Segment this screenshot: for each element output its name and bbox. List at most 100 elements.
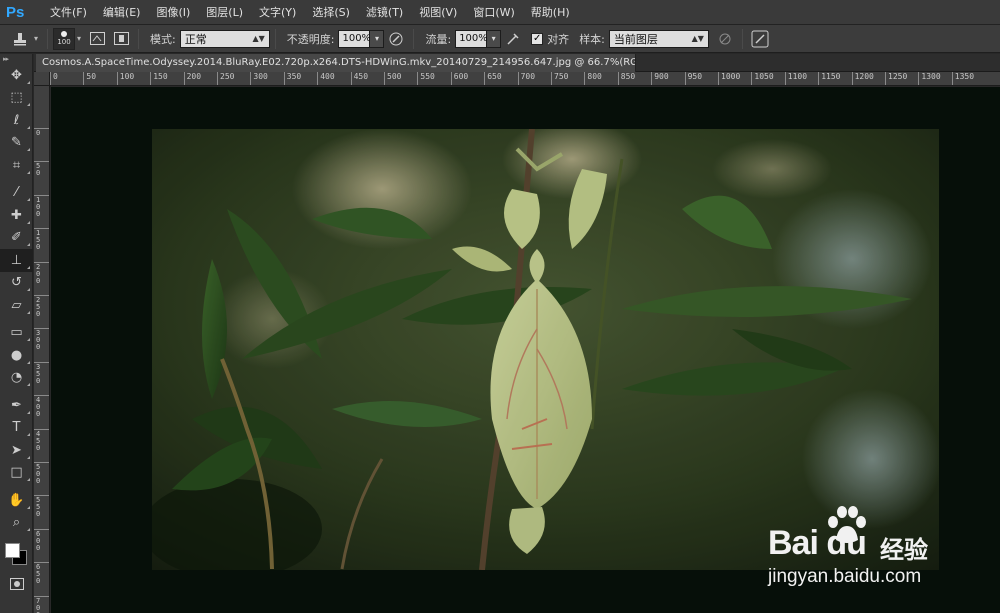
menu-item[interactable]: 图层(L)	[198, 0, 251, 25]
eraser-tool-icon[interactable]: ▱	[0, 294, 33, 317]
clone-stamp-icon[interactable]	[8, 28, 32, 50]
ruler-tick-label: 550	[34, 495, 49, 518]
pressure-opacity-icon[interactable]	[384, 28, 408, 50]
ruler-tick-label: 500	[384, 72, 401, 85]
document-tab[interactable]: Cosmos.A.SpaceTime.Odyssey.2014.BluRay.E…	[36, 54, 636, 72]
history-brush-tool-icon[interactable]: ↺	[0, 272, 33, 295]
ruler-tick-label: 200	[183, 72, 201, 85]
ruler-tick-label: 1250	[885, 72, 907, 85]
gradient-tool-icon[interactable]: ▭	[0, 322, 33, 345]
watermark-cn: 经验	[880, 536, 928, 564]
ruler-tick-label: 450	[350, 72, 368, 85]
brush-picker-caret-icon[interactable]: ▾	[77, 34, 81, 43]
zoom-tool-icon[interactable]: ⌕	[0, 512, 33, 535]
menu-item[interactable]: 文字(Y)	[251, 0, 304, 25]
ruler-tick-label: 300	[34, 328, 49, 351]
ruler-tick-label: 150	[34, 228, 49, 251]
opacity-input[interactable]: 100%	[338, 29, 371, 48]
menu-item[interactable]: 窗口(W)	[465, 0, 522, 25]
ruler-tick-label: 150	[150, 72, 168, 85]
menu-bar: Ps 文件(F) 编辑(E) 图像(I) 图层(L) 文字(Y) 选择(S) 滤镜(T) 视图…	[0, 0, 1000, 25]
ruler-tick-label: 1150	[818, 72, 840, 85]
clone-stamp-tool-icon[interactable]: ⊥	[0, 249, 33, 272]
ignore-adjustment-layers-icon[interactable]	[713, 28, 737, 50]
opacity-dropdown-icon[interactable]: ▾	[370, 29, 385, 48]
flow-input[interactable]: 100%	[455, 29, 488, 48]
menu-item[interactable]: 视图(V)	[411, 0, 465, 25]
pressure-size-icon[interactable]	[748, 28, 772, 50]
ruler-tick-label: 1000	[718, 72, 740, 85]
ruler-tick-label: 250	[34, 295, 49, 318]
ruler-tick-label: 350	[34, 361, 49, 384]
menu-item[interactable]: 编辑(E)	[95, 0, 149, 25]
hand-tool-icon[interactable]: ✋	[0, 489, 33, 512]
clone-source-panel-icon[interactable]	[109, 28, 133, 50]
tool-preset-caret-icon[interactable]: ▾	[34, 34, 38, 43]
pen-tool-icon[interactable]: ✒	[0, 394, 33, 417]
mode-label: 模式:	[150, 32, 176, 46]
color-swatches[interactable]	[0, 539, 33, 573]
ruler-tick-label: 700	[34, 595, 49, 613]
aligned-label: 对齐	[547, 32, 570, 46]
quick-mask-icon[interactable]	[0, 573, 33, 596]
sample-select[interactable]: 当前图层 ▲▼	[608, 29, 709, 48]
chevron-down-icon: ▲▼	[691, 34, 704, 43]
options-bar: ▾ 100 ▾ 模式: 正常 ▲▼ 不透明度: 100% ▾ 流量: 100% …	[0, 25, 1000, 53]
flow-dropdown-icon[interactable]: ▾	[487, 29, 502, 48]
vertical-ruler[interactable]: 0 50 100 150 200 250 300 350 400 450 500 550 600 650 7…	[34, 86, 50, 613]
menu-item[interactable]: 滤镜(T)	[358, 0, 411, 25]
brush-preset-picker[interactable]: 100	[53, 27, 76, 50]
ruler-tick-label: 400	[34, 395, 49, 418]
ruler-tick-label: 350	[283, 72, 301, 85]
brush-panel-icon[interactable]	[85, 28, 109, 50]
ruler-tick-label: 100	[116, 72, 134, 85]
ruler-tick-label: 900	[651, 72, 669, 85]
ruler-tick-label: 0	[50, 72, 58, 85]
ruler-tick-label: 600	[34, 528, 49, 551]
ruler-tick-label: 700	[517, 72, 535, 85]
eyedropper-tool-icon[interactable]: ⁄	[0, 182, 33, 205]
rectangle-tool-icon[interactable]: □	[0, 462, 33, 485]
menu-item[interactable]: 文件(F)	[42, 0, 95, 25]
brush-tool-icon[interactable]: ✐	[0, 227, 33, 250]
ruler-tick-label: 1100	[784, 72, 807, 85]
ruler-tick-label: 1350	[951, 72, 974, 85]
ruler-tick-label: 600	[450, 72, 468, 85]
blur-tool-icon[interactable]: ●	[0, 344, 33, 367]
foreground-color-swatch[interactable]	[5, 543, 20, 558]
aligned-checkbox[interactable]: ✓	[531, 32, 544, 45]
ruler-tick-label: 200	[34, 261, 49, 284]
menu-item[interactable]: 帮助(H)	[523, 0, 578, 25]
ruler-tick-label: 650	[484, 72, 502, 85]
opacity-label: 不透明度:	[286, 32, 335, 46]
airbrush-icon[interactable]	[501, 28, 525, 50]
ruler-tick-label: 1200	[851, 72, 874, 85]
baidu-jingyan-watermark: Bai du 经验 jingyan.baidu.com	[768, 504, 958, 594]
marquee-tool-icon[interactable]: ⬚	[0, 87, 33, 110]
ruler-tick-label: 800	[584, 72, 602, 85]
horizontal-ruler[interactable]: 0 50 100 150 200 250 300 350 400 450 500 550 600 650 7…	[50, 72, 1000, 86]
spot-healing-tool-icon[interactable]: ✚	[0, 204, 33, 227]
brush-size: 100	[57, 38, 71, 46]
menu-item[interactable]: 图像(I)	[148, 0, 198, 25]
crop-tool-icon[interactable]: ⌗	[0, 154, 33, 177]
baidu-paw-icon	[828, 506, 866, 543]
menu-item[interactable]: 选择(S)	[304, 0, 358, 25]
path-selection-tool-icon[interactable]: ➤	[0, 439, 33, 462]
sample-value: 当前图层	[613, 32, 658, 46]
dodge-tool-icon[interactable]: ◔	[0, 367, 33, 390]
chevron-down-icon: ▲▼	[252, 34, 265, 43]
flow-label: 流量:	[425, 32, 452, 46]
ruler-tick-label: 1050	[751, 72, 774, 85]
watermark-url: jingyan.baidu.com	[768, 566, 922, 587]
mode-select[interactable]: 正常 ▲▼	[179, 29, 270, 48]
lasso-tool-icon[interactable]: ℓ	[0, 109, 33, 132]
ruler-tick-label: 100	[34, 194, 49, 217]
ruler-tick-label: 50	[83, 72, 96, 85]
quick-selection-tool-icon[interactable]: ✎	[0, 132, 33, 155]
move-tool-icon[interactable]: ✥	[0, 64, 33, 87]
ruler-origin[interactable]	[34, 72, 50, 86]
panel-grip-icon[interactable]: ▸▸	[0, 54, 32, 64]
type-tool-icon[interactable]: T	[0, 417, 33, 440]
sample-label: 样本:	[579, 32, 605, 46]
